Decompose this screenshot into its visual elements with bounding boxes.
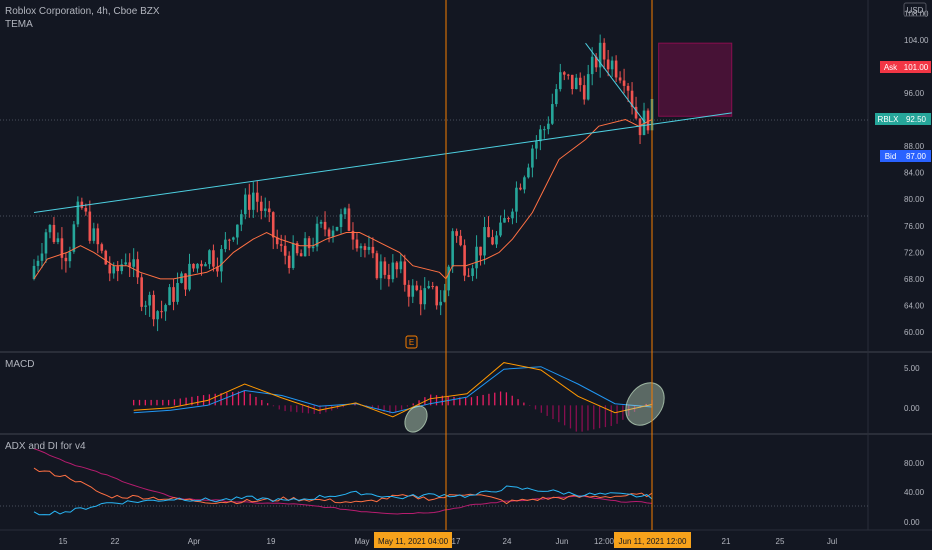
time-tick: Jun [556, 537, 569, 546]
time-tick: 15 [59, 537, 68, 546]
ask-price-tag: Ask 101.00 [880, 61, 931, 73]
svg-text:87.00: 87.00 [906, 152, 927, 161]
bid-price-tag: Bid 87.00 [880, 150, 931, 162]
price-tick: 104.00 [904, 36, 929, 45]
price-tick: 96.00 [904, 89, 925, 98]
price-tick: 64.00 [904, 302, 925, 311]
adx-title: ADX and DI for v4 [5, 441, 86, 452]
svg-text:Ask: Ask [884, 63, 898, 72]
time-tick: 25 [776, 537, 785, 546]
svg-text:101.00: 101.00 [904, 63, 929, 72]
time-highlight-right: Jun 11, 2021 12:00 [614, 532, 691, 548]
currency-label: USD [907, 6, 924, 15]
price-tick: 84.00 [904, 169, 925, 178]
macd-tick: 5.00 [904, 364, 920, 373]
time-tick: Apr [188, 537, 201, 546]
price-tick: 88.00 [904, 142, 925, 151]
earnings-marker[interactable]: E [405, 335, 418, 349]
svg-text:Bid: Bid [885, 152, 897, 161]
time-tick: 22 [111, 537, 120, 546]
adx-tick: 0.00 [904, 518, 920, 527]
time-tick: Jul [827, 537, 837, 546]
candle [375, 250, 379, 280]
adx-tick: 40.00 [904, 488, 925, 497]
last-price-tag: RBLX 92.50 [875, 113, 931, 125]
macd-title: MACD [5, 359, 34, 370]
candle [168, 283, 171, 306]
price-tick: 72.00 [904, 248, 925, 257]
time-tick: May [354, 537, 369, 546]
candle [104, 249, 108, 265]
time-tick: 12:00 [594, 537, 615, 546]
price-tick: 68.00 [904, 275, 925, 284]
macd-tick: 0.00 [904, 404, 920, 413]
adx-tick: 80.00 [904, 459, 925, 468]
price-tick: 76.00 [904, 222, 925, 231]
time-tick: 17 [452, 537, 461, 546]
time-tick: 21 [722, 537, 731, 546]
time-tick: 19 [267, 537, 276, 546]
svg-text:RBLX: RBLX [878, 115, 900, 124]
svg-text:92.50: 92.50 [906, 115, 927, 124]
svg-text:May 11, 2021 04:00: May 11, 2021 04:00 [378, 537, 449, 546]
svg-text:E: E [409, 338, 414, 347]
candle [463, 239, 466, 282]
target-box [658, 42, 733, 117]
price-tick: 80.00 [904, 195, 925, 204]
symbol-title: Roblox Corporation, 4h, Cboe BZX [5, 6, 160, 17]
time-highlight-left: May 11, 2021 04:00 [374, 532, 452, 548]
price-tick: 60.00 [904, 328, 925, 337]
chart-area[interactable]: 108.00104.00100.0096.0092.0088.0084.0080… [0, 0, 932, 550]
candle [140, 273, 143, 312]
tema-label: TEMA [5, 19, 33, 30]
svg-text:Jun 11, 2021 12:00: Jun 11, 2021 12:00 [619, 537, 687, 546]
time-tick: 24 [503, 537, 512, 546]
